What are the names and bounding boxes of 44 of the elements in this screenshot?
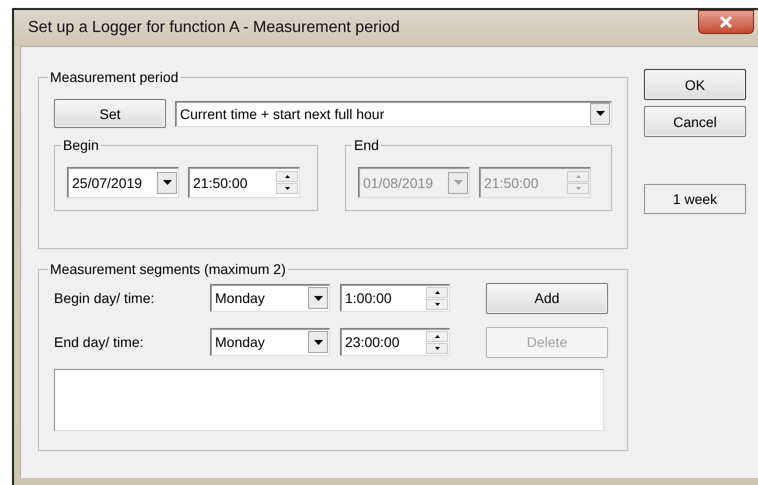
time-field[interactable]: 1:00:00 [340, 284, 450, 312]
up-arrow-icon [576, 175, 580, 178]
up-arrow-icon [284, 175, 290, 178]
spin-down-button[interactable] [276, 183, 298, 194]
down-arrow-icon [576, 187, 580, 190]
dropdown-field[interactable]: Monday [210, 284, 330, 312]
up-arrow-icon [434, 334, 440, 338]
field-label: Begin day/ time: [54, 290, 156, 306]
dialog-button[interactable]: Cancel [644, 106, 746, 137]
down-arrow-icon [454, 180, 462, 185]
dropdown-button[interactable] [308, 287, 328, 309]
dropdown-field[interactable]: Current time + start next full hour [175, 100, 612, 126]
down-arrow-icon [162, 180, 172, 185]
spin-down-button[interactable] [426, 298, 448, 310]
field-label: End day/ time: [54, 334, 144, 350]
spin-up-button[interactable] [426, 330, 448, 342]
spin-down-button[interactable] [426, 342, 448, 354]
dropdown-button[interactable] [157, 172, 177, 194]
spin-up-button[interactable] [426, 286, 448, 298]
duration-display: 1 week [644, 184, 746, 214]
time-field[interactable]: 23:00:00 [340, 328, 450, 356]
dropdown-button[interactable] [590, 102, 610, 124]
dropdown-field[interactable]: Monday [210, 328, 330, 356]
dialog-button[interactable]: OK [644, 69, 746, 100]
dropdown-field[interactable]: 25/07/2019 [67, 167, 179, 198]
down-arrow-icon [314, 340, 322, 344]
down-arrow-icon [284, 187, 290, 190]
dropdown-button[interactable] [308, 331, 328, 353]
down-arrow-icon [596, 111, 604, 116]
time-field[interactable]: 21:50:00 [188, 167, 300, 198]
set-button[interactable]: Set [54, 99, 166, 128]
spin-up-button[interactable] [276, 171, 298, 182]
group-title: Begin [62, 137, 100, 153]
close-button[interactable] [698, 10, 754, 34]
up-arrow-icon [434, 290, 440, 294]
window-title: Set up a Logger for function A - Measurement period [28, 19, 400, 37]
group-title: Measurement period [49, 69, 180, 85]
down-arrow-icon [434, 302, 440, 306]
down-arrow-icon [434, 346, 440, 350]
group-title: Measurement segments (maximum 2) [49, 261, 287, 277]
segment-button[interactable]: Add [486, 282, 608, 314]
down-arrow-icon [314, 296, 322, 300]
group-title: End [353, 137, 380, 153]
close-icon [719, 16, 733, 28]
